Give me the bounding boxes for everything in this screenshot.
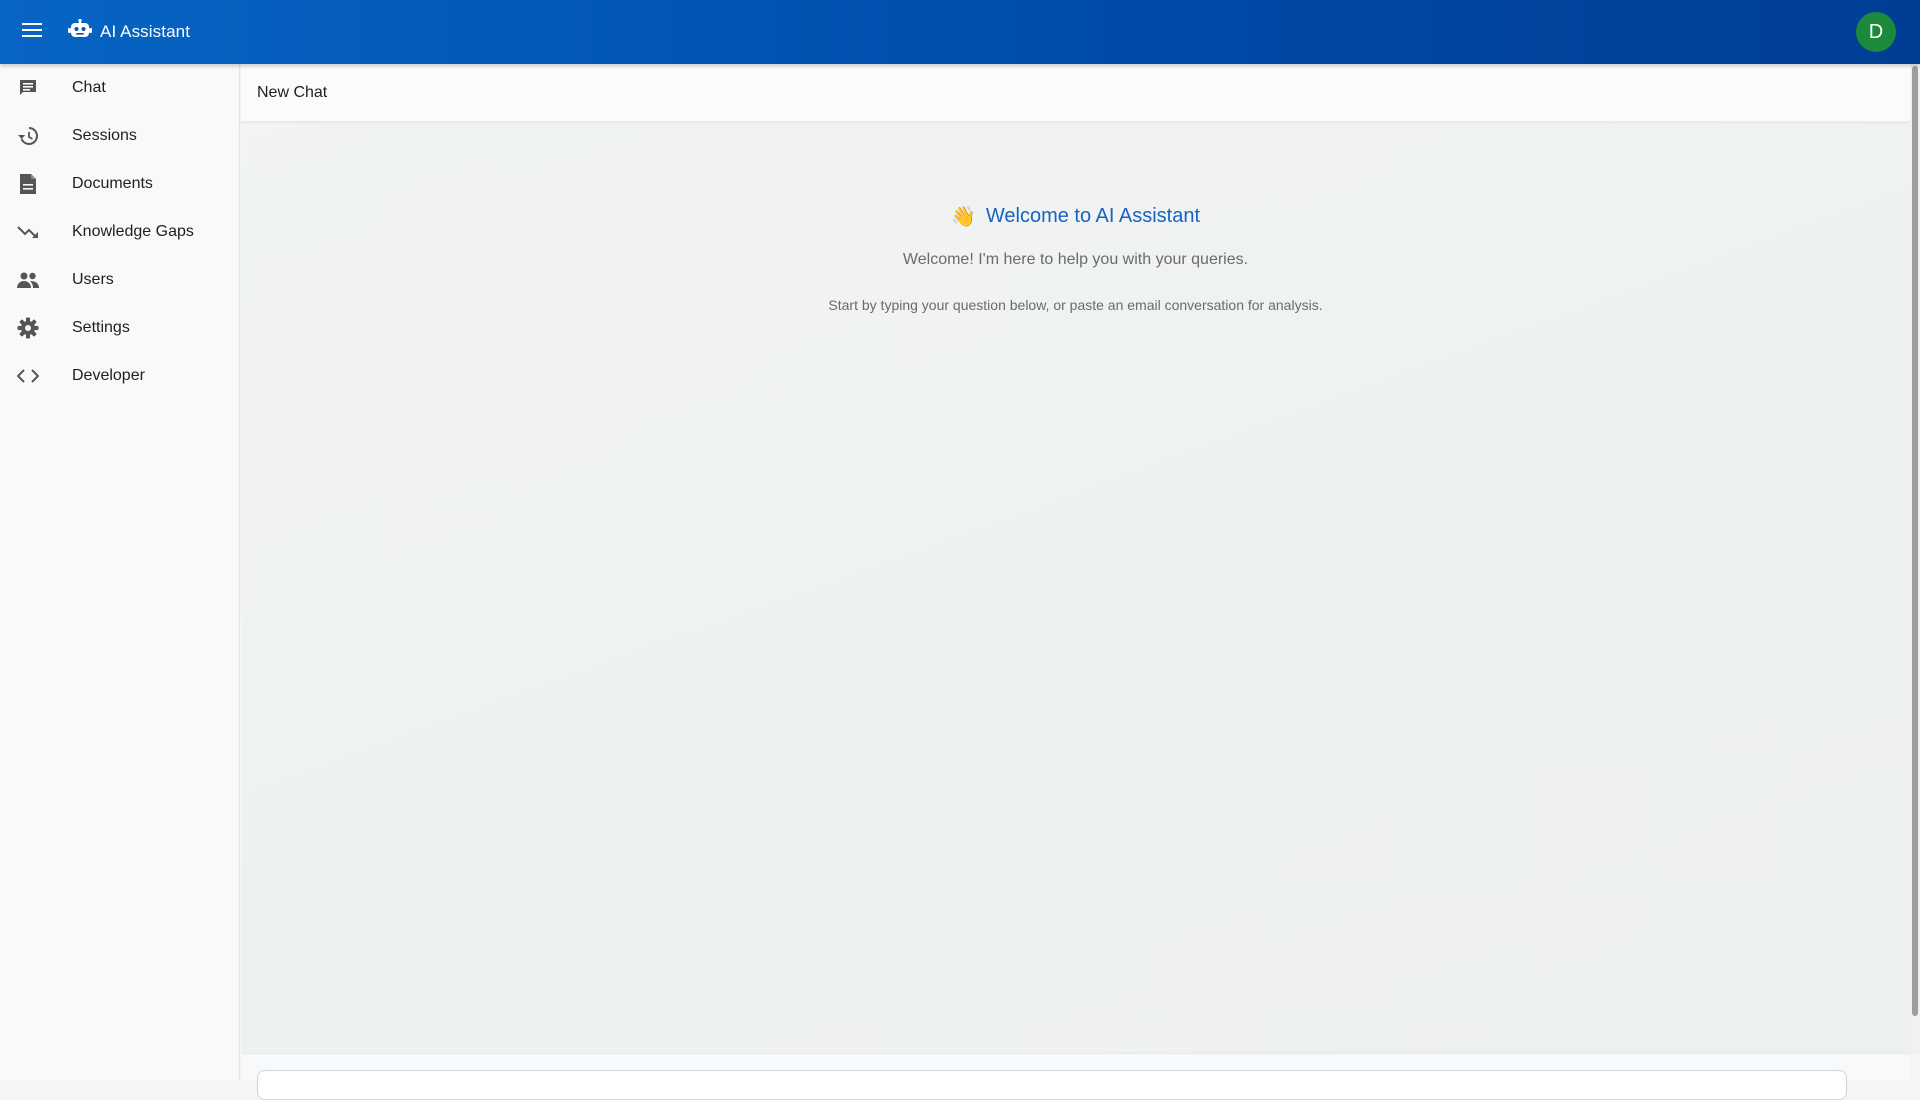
sidebar-item-label: Sessions xyxy=(72,127,137,144)
menu-button[interactable] xyxy=(18,19,46,45)
app-brand: AI Assistant xyxy=(68,18,190,46)
sidebar-item-label: Settings xyxy=(72,319,130,336)
sidebar-item-label: Developer xyxy=(72,367,145,384)
scrollbar-thumb[interactable] xyxy=(1912,66,1918,1016)
page-scrollbar[interactable] xyxy=(1910,64,1920,1054)
chat-main: New Chat 👋 Welcome to AI Assistant Welco… xyxy=(241,64,1910,1080)
sidebar-item-chat[interactable]: Chat xyxy=(0,64,239,112)
chat-header: New Chat xyxy=(241,64,1910,122)
sidebar-item-label: Knowledge Gaps xyxy=(72,223,194,240)
sidebar-item-label: Users xyxy=(72,271,114,288)
app-title: AI Assistant xyxy=(100,22,191,41)
sidebar-item-developer[interactable]: Developer xyxy=(0,352,239,400)
sidebar-item-documents[interactable]: Documents xyxy=(0,160,239,208)
waving-hand-icon: 👋 xyxy=(950,206,976,228)
app-bar: AI Assistant D xyxy=(0,0,1920,64)
user-avatar[interactable]: D xyxy=(1856,12,1896,52)
message-input[interactable] xyxy=(257,1070,1847,1100)
trending-down-icon xyxy=(16,220,40,244)
document-icon xyxy=(16,172,40,196)
chat-icon xyxy=(16,76,40,100)
gear-icon xyxy=(16,316,40,340)
sidebar-item-knowledge-gaps[interactable]: Knowledge Gaps xyxy=(0,208,239,256)
chat-title: New Chat xyxy=(257,83,328,101)
welcome-subtitle: Welcome! I'm here to help you with your … xyxy=(902,251,1249,268)
sidebar-item-sessions[interactable]: Sessions xyxy=(0,112,239,160)
sidebar: Chat Sessions Documents Knowledge Gaps U… xyxy=(0,64,240,1080)
hamburger-menu-icon xyxy=(22,22,42,43)
welcome-title: Welcome to AI Assistant xyxy=(985,205,1201,227)
welcome-heading: 👋 Welcome to AI Assistant xyxy=(951,204,1200,229)
sidebar-item-label: Documents xyxy=(72,175,153,192)
avatar-initial: D xyxy=(1868,20,1884,43)
users-icon xyxy=(16,268,40,292)
robot-icon xyxy=(68,18,92,46)
sidebar-item-label: Chat xyxy=(72,79,106,96)
history-icon xyxy=(16,124,40,148)
code-icon xyxy=(16,364,40,388)
welcome-panel: 👋 Welcome to AI Assistant Welcome! I'm h… xyxy=(241,204,1910,313)
composer-area xyxy=(241,1053,1910,1100)
welcome-hint: Start by typing your question below, or … xyxy=(828,297,1323,313)
sidebar-item-users[interactable]: Users xyxy=(0,256,239,304)
sidebar-item-settings[interactable]: Settings xyxy=(0,304,239,352)
